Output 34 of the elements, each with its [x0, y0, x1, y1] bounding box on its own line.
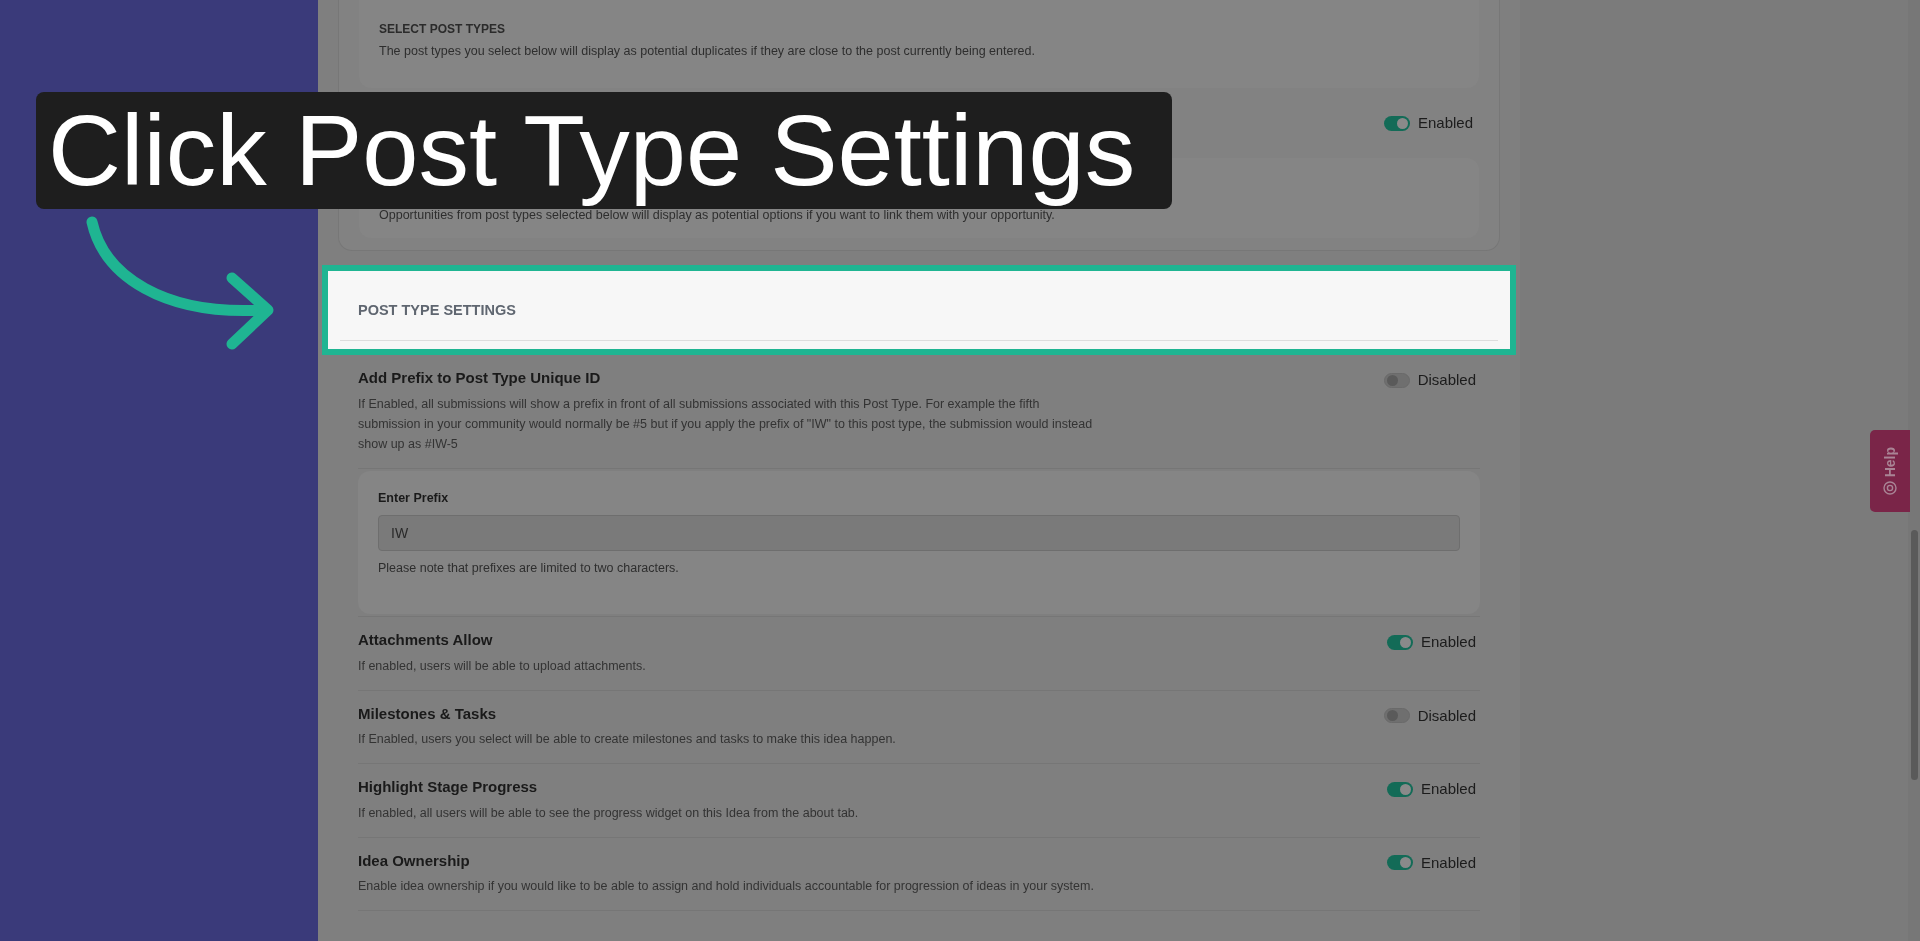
toggle-status: Disabled [1417, 705, 1476, 726]
setting-description: If enabled, all users will be able to see the progress widget on this Idea from the about tab. [358, 804, 860, 822]
section-title: POST TYPE SETTINGS [358, 300, 516, 320]
section-header[interactable]: POST TYPE SETTINGS [322, 265, 1516, 355]
setting-description: If enabled, users will be able to upload attachments. [358, 657, 647, 675]
field-label: Enter Prefix [378, 489, 450, 507]
toggle-status: Disabled [1417, 370, 1476, 390]
toggle-switch[interactable] [1383, 708, 1410, 724]
setting-description: Enable idea ownership if you would like to be able to assign and hold individuals accountable for progression of ideas in your system. [358, 878, 1095, 895]
setting-title: Idea Ownership [358, 850, 471, 871]
toggle-status: Enabled [1420, 852, 1476, 873]
lifebuoy-icon [1883, 481, 1897, 496]
toggle-switch[interactable] [1386, 855, 1413, 871]
setting-title: Attachments Allow [358, 630, 494, 650]
panel-description: The post types you select below will display as potential duplicates if they are close to the post currently being entered. [379, 43, 1036, 60]
help-tab[interactable]: Help [1870, 430, 1910, 512]
setting-title: Add Prefix to Post Type Unique ID [358, 368, 602, 388]
toggle-switch[interactable] [1383, 372, 1410, 388]
prefix-input-field[interactable]: IW [378, 515, 1460, 552]
panel-description: Opportunities from post types selected below will display as potential options if you want to link them with your opportunity. [379, 208, 1055, 222]
toggle-switch[interactable] [1386, 634, 1413, 650]
setting-title: Highlight Stage Progress [358, 777, 539, 797]
toggle-switch[interactable] [1383, 115, 1410, 131]
setting-description: If Enabled, all submissions will show a prefix in front of all submissions associated with this Post Type. For example the fifth submission in your community would normally be #5 but if you apply the prefix of "IW" to this post type, the submission would instead show up as #IW-5 [358, 395, 1094, 453]
toggle-status: Enabled [1420, 779, 1476, 799]
setting-description: If Enabled, users you select will be able to create milestones and tasks to make this idea happen. [358, 731, 897, 748]
field-note: Please note that prefixes are limited to two characters. [378, 560, 680, 578]
panel-heading: SELECT POST TYPES [379, 21, 507, 38]
setting-title: Milestones & Tasks [358, 703, 498, 724]
toggle-status: Enabled [1417, 112, 1473, 133]
toggle-status: Enabled [1420, 632, 1476, 652]
scrollbar-thumb[interactable] [1911, 530, 1918, 780]
toggle-switch[interactable] [1386, 781, 1413, 797]
overlay-caption: Click Post Type Settings [36, 92, 1172, 209]
